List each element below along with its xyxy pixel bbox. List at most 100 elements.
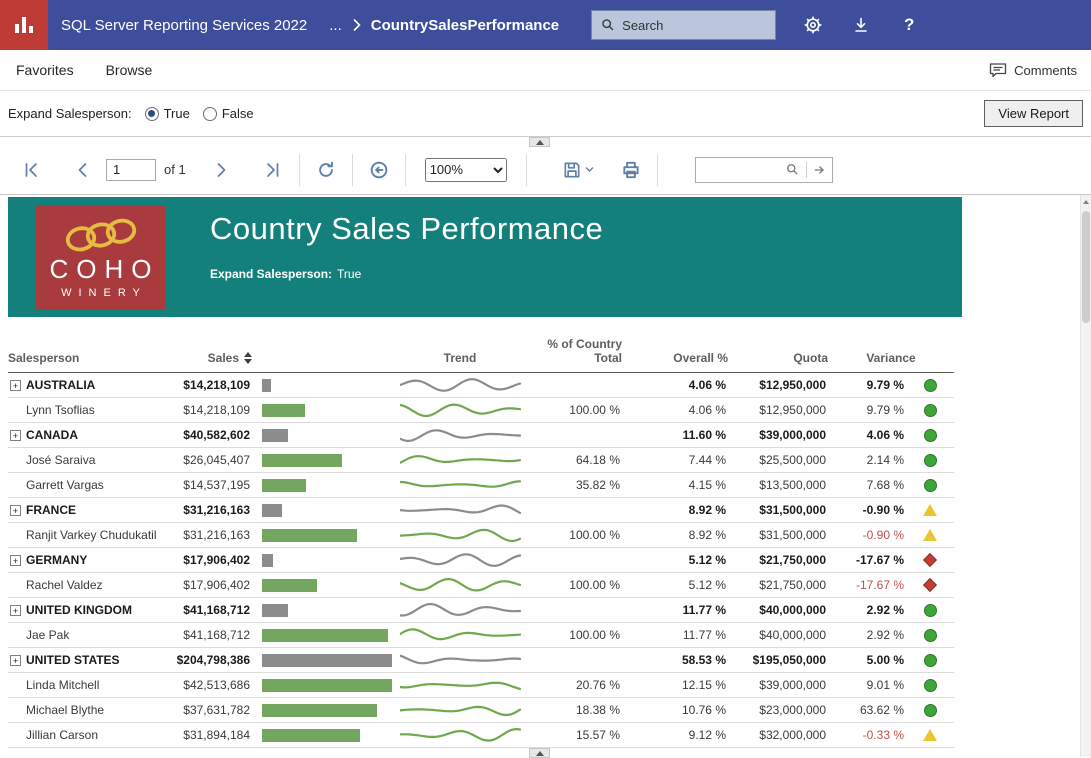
- print-button[interactable]: [618, 157, 644, 183]
- app-title[interactable]: SQL Server Reporting Services 2022: [61, 17, 307, 34]
- sales-value: $40,582,602: [160, 428, 252, 442]
- variance-value: -17.67 %: [828, 578, 906, 592]
- overall-pct: 5.12 %: [622, 578, 728, 592]
- col-header-sales[interactable]: Sales: [160, 351, 252, 365]
- view-report-button[interactable]: View Report: [984, 100, 1083, 127]
- zoom-select[interactable]: 100%: [425, 158, 507, 182]
- refresh-button[interactable]: [313, 157, 339, 183]
- variance-value: -0.33 %: [828, 728, 906, 742]
- sales-value: $37,631,782: [160, 703, 252, 717]
- pct-country-total: 18.38 %: [522, 703, 622, 717]
- expand-toggle-icon[interactable]: [10, 555, 21, 566]
- radio-false-icon[interactable]: [203, 107, 217, 121]
- settings-button[interactable]: [802, 14, 824, 36]
- expand-toggle-icon[interactable]: [10, 605, 21, 616]
- help-button[interactable]: ?: [898, 14, 920, 36]
- help-icon: ?: [904, 15, 914, 35]
- portal-search-input[interactable]: [622, 18, 767, 33]
- save-icon: [562, 160, 582, 180]
- expand-toggle-icon[interactable]: [10, 655, 21, 666]
- comment-bubble-icon: [989, 62, 1007, 78]
- kpi-indicator: [924, 604, 937, 617]
- table-row: Garrett Vargas $14,537,195 35.82 % 4.15 …: [8, 473, 954, 498]
- radio-true-icon[interactable]: [145, 107, 159, 121]
- scroll-up-arrow[interactable]: [1081, 195, 1091, 208]
- expand-toggle-icon[interactable]: [10, 380, 21, 391]
- table-row: Linda Mitchell $42,513,686 20.76 % 12.15…: [8, 673, 954, 698]
- trend-sparkline: [398, 399, 522, 421]
- tab-browse[interactable]: Browse: [106, 62, 153, 78]
- tab-favorites[interactable]: Favorites: [16, 62, 74, 78]
- page-number-input[interactable]: [106, 159, 156, 181]
- salesperson-name: José Saraiva: [26, 453, 95, 467]
- col-header-variance: Variance: [828, 351, 954, 365]
- sales-databar: [262, 554, 273, 567]
- ssrs-logo[interactable]: [0, 0, 48, 50]
- back-to-parent-button[interactable]: [366, 157, 392, 183]
- quota-value: $25,500,000: [728, 453, 828, 467]
- expand-toggle-icon[interactable]: [10, 430, 21, 441]
- find-next-icon[interactable]: [813, 164, 826, 176]
- search-icon[interactable]: [785, 162, 800, 177]
- breadcrumb-overflow[interactable]: ...: [329, 17, 342, 34]
- parameter-bar: Expand Salesperson: True False View Repo…: [0, 91, 1091, 137]
- sales-value: $31,216,163: [160, 503, 252, 517]
- pct-country-total: 15.57 %: [522, 728, 622, 742]
- toolbar-separator: [352, 154, 353, 186]
- trend-sparkline: [398, 524, 522, 546]
- sales-databar: [262, 479, 306, 492]
- radio-option-false[interactable]: False: [203, 106, 254, 121]
- parameter-collapse-handle[interactable]: [529, 137, 550, 147]
- scrollbar-thumb[interactable]: [1082, 211, 1090, 323]
- variance-value: 9.79 %: [828, 378, 906, 392]
- salesperson-name: Rachel Valdez: [26, 578, 103, 592]
- expand-toggle-icon[interactable]: [10, 505, 21, 516]
- salesperson-name: Garrett Vargas: [26, 478, 104, 492]
- export-button[interactable]: [562, 160, 594, 180]
- variance-value: 9.79 %: [828, 403, 906, 417]
- overall-pct: 11.77 %: [622, 603, 728, 617]
- first-page-button[interactable]: [18, 157, 44, 183]
- sort-icon[interactable]: [244, 352, 252, 365]
- sales-databar: [262, 654, 392, 667]
- pct-country-total: 64.18 %: [522, 453, 622, 467]
- trend-sparkline: [398, 474, 522, 496]
- rings-icon: [55, 216, 147, 256]
- portal-search[interactable]: [591, 10, 776, 40]
- variance-value: -17.67 %: [828, 553, 906, 567]
- overall-pct: 10.76 %: [622, 703, 728, 717]
- variance-value: -0.90 %: [828, 528, 906, 542]
- sales-value: $14,537,195: [160, 478, 252, 492]
- trend-sparkline: [398, 374, 522, 396]
- sales-databar: [262, 404, 305, 417]
- variance-value: -0.90 %: [828, 503, 906, 517]
- toolbar-separator: [657, 154, 658, 186]
- previous-page-button[interactable]: [70, 157, 96, 183]
- breadcrumb-current[interactable]: CountrySalesPerformance: [371, 17, 559, 34]
- salesperson-name: Jae Pak: [26, 628, 69, 642]
- trend-sparkline: [398, 499, 522, 521]
- find-in-report-box[interactable]: [695, 157, 833, 183]
- col-header-trend: Trend: [398, 351, 522, 365]
- overall-pct: 11.77 %: [622, 628, 728, 642]
- table-row: FRANCE $31,216,163 8.92 % $31,500,000 -0…: [8, 498, 954, 523]
- report-title-band: COHO WINERY Country Sales Performance Ex…: [8, 197, 962, 317]
- kpi-indicator: [923, 578, 937, 592]
- col-header-salesperson: Salesperson: [8, 351, 160, 365]
- chevron-down-icon: [585, 166, 594, 173]
- radio-option-true[interactable]: True: [145, 106, 190, 121]
- find-text-input[interactable]: [702, 162, 779, 177]
- kpi-indicator: [924, 454, 937, 467]
- last-page-button[interactable]: [260, 157, 286, 183]
- trend-sparkline: [398, 549, 522, 571]
- comments-button[interactable]: Comments: [989, 62, 1077, 78]
- bottom-collapse-handle[interactable]: [529, 748, 550, 758]
- sales-value: $41,168,712: [160, 628, 252, 642]
- next-page-button[interactable]: [208, 157, 234, 183]
- kpi-indicator: [924, 704, 937, 717]
- report-vertical-scrollbar[interactable]: [1080, 195, 1091, 757]
- quota-value: $31,500,000: [728, 528, 828, 542]
- download-button[interactable]: [850, 14, 872, 36]
- trend-sparkline: [398, 699, 522, 721]
- kpi-indicator: [923, 504, 937, 516]
